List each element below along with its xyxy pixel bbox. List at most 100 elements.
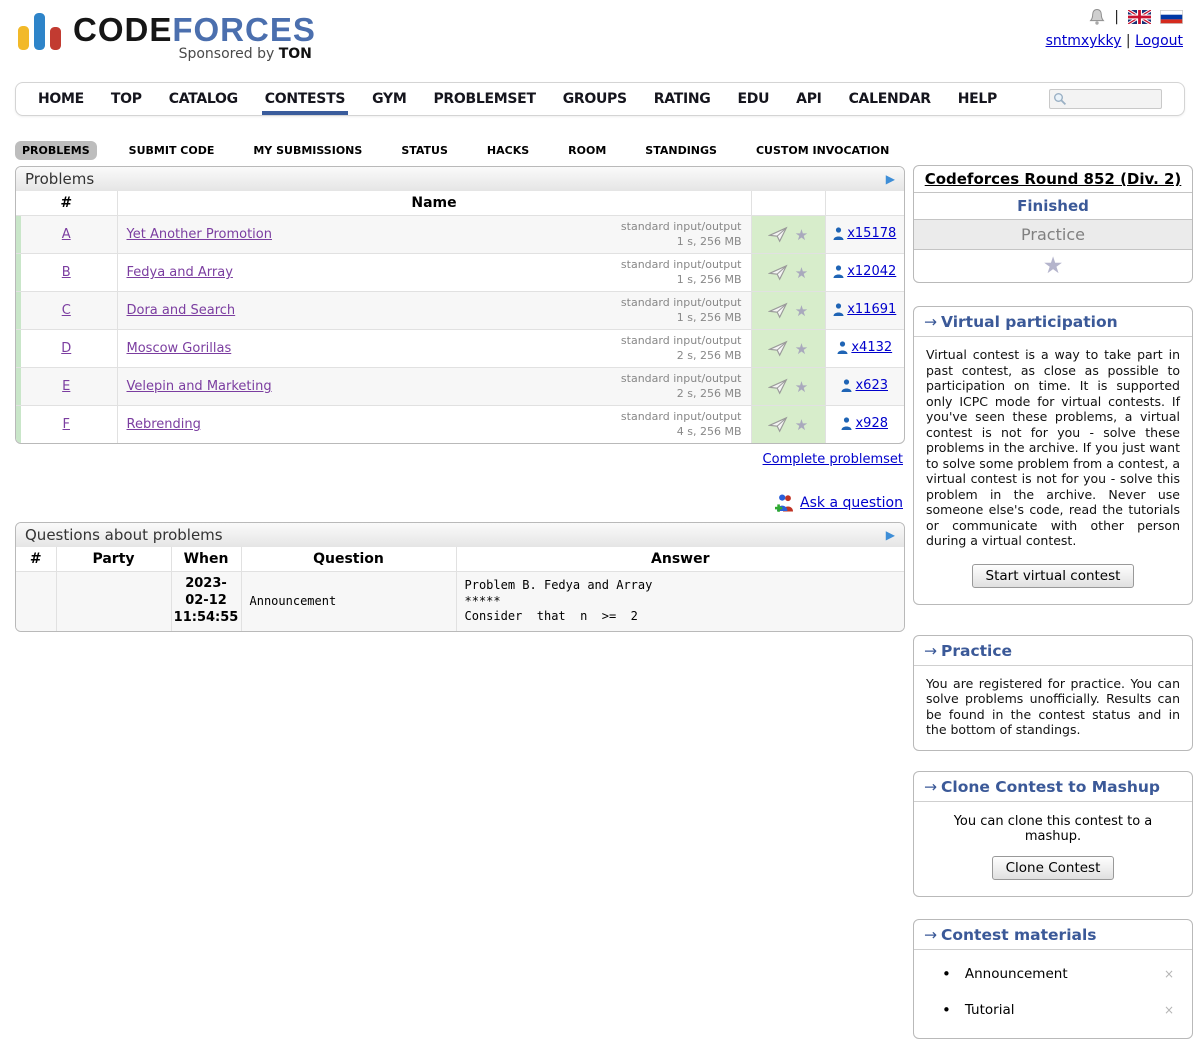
problem-letter-link[interactable]: B (62, 265, 71, 280)
nav-item-catalog[interactable]: CATALOG (169, 91, 238, 107)
separator: | (1114, 9, 1119, 25)
nav-item-rating[interactable]: RATING (654, 91, 711, 107)
logo-wordmark: CODEFORCES (73, 13, 316, 48)
problem-constraints: standard input/output1 s, 256 MB (621, 296, 742, 325)
problem-letter-link[interactable]: E (62, 379, 70, 394)
favorite-star-icon[interactable]: ★ (795, 264, 808, 282)
paper-plane-icon[interactable] (768, 302, 788, 319)
col-header-name: Name (117, 191, 751, 216)
problem-letter-link[interactable]: C (62, 303, 71, 318)
problem-letter-link[interactable]: F (63, 417, 70, 432)
arrow-icon: → (924, 778, 937, 796)
subnav-custom-invocation[interactable]: CUSTOM INVOCATION (749, 141, 896, 160)
contest-title-link[interactable]: Codeforces Round 852 (Div. 2) (925, 170, 1182, 188)
user-icon (833, 227, 844, 240)
expand-arrow-icon[interactable]: ▶ (886, 172, 895, 186)
ask-question-link[interactable]: Ask a question (800, 495, 903, 511)
problems-title: Problems (25, 170, 94, 188)
arrow-icon: → (924, 926, 937, 944)
problem-row: D Moscow Gorillas standard input/output2… (16, 330, 904, 368)
problem-name-link[interactable]: Dora and Search (127, 303, 236, 318)
contest-materials-box: →Contest materials • Announcement × • Tu… (913, 919, 1193, 1039)
favorite-star-icon[interactable]: ★ (795, 416, 808, 434)
paper-plane-icon[interactable] (768, 264, 788, 281)
solved-count-link[interactable]: x11691 (833, 302, 896, 317)
nav-item-groups[interactable]: GROUPS (563, 91, 627, 107)
subnav-submit-code[interactable]: SUBMIT CODE (122, 141, 222, 160)
problem-name-link[interactable]: Moscow Gorillas (127, 341, 232, 356)
problem-row: B Fedya and Array standard input/output1… (16, 254, 904, 292)
user-icon (841, 379, 852, 392)
favorite-contest-star-icon[interactable]: ★ (1043, 253, 1064, 279)
nav-item-help[interactable]: HELP (958, 91, 997, 107)
close-icon[interactable]: × (1160, 967, 1178, 981)
problem-name-link[interactable]: Velepin and Marketing (127, 379, 272, 394)
favorite-star-icon[interactable]: ★ (795, 226, 808, 244)
problem-letter-link[interactable]: D (61, 341, 71, 356)
practice-title[interactable]: Practice (941, 642, 1012, 660)
subnav-standings[interactable]: STANDINGS (638, 141, 724, 160)
solved-count-link[interactable]: x623 (841, 378, 888, 393)
problem-name-link[interactable]: Yet Another Promotion (127, 227, 272, 242)
bell-icon[interactable] (1089, 8, 1105, 27)
content-area: PROBLEMS SUBMIT CODE MY SUBMISSIONS STAT… (15, 116, 1193, 1039)
clone-contest-button[interactable]: Clone Contest (992, 856, 1115, 880)
favorite-star-icon[interactable]: ★ (795, 302, 808, 320)
problem-name-link[interactable]: Fedya and Array (127, 265, 233, 280)
nav-item-home[interactable]: HOME (38, 91, 84, 107)
uk-flag-icon[interactable] (1128, 10, 1151, 24)
user-icon (833, 265, 844, 278)
username-link[interactable]: sntmxykky (1046, 33, 1122, 49)
subnav-room[interactable]: ROOM (561, 141, 613, 160)
favorite-star-icon[interactable]: ★ (795, 378, 808, 396)
complete-problemset-link[interactable]: Complete problemset (763, 452, 903, 467)
nav-item-top[interactable]: TOP (111, 91, 142, 107)
expand-arrow-icon[interactable]: ▶ (886, 528, 895, 542)
problem-letter-link[interactable]: A (62, 227, 71, 242)
clone-contest-title[interactable]: Clone Contest to Mashup (941, 778, 1160, 796)
arrow-icon: → (924, 313, 937, 331)
material-announcement-link[interactable]: Announcement (965, 966, 1160, 982)
nav-item-calendar[interactable]: CALENDAR (849, 91, 931, 107)
paper-plane-icon[interactable] (768, 416, 788, 433)
page-header: CODEFORCES Sponsored by TON | (0, 0, 1193, 78)
subnav-hacks[interactable]: HACKS (480, 141, 536, 160)
contest-info-box: Codeforces Round 852 (Div. 2) Finished P… (913, 165, 1193, 283)
subnav-problems[interactable]: PROBLEMS (15, 141, 97, 160)
col-header-index: # (16, 191, 117, 216)
nav-item-edu[interactable]: EDU (738, 91, 770, 107)
header-user-area: | sntmxykky | Logout (1046, 8, 1183, 49)
nav-item-api[interactable]: API (796, 91, 821, 107)
paper-plane-icon[interactable] (768, 378, 788, 395)
paper-plane-icon[interactable] (768, 226, 788, 243)
solved-count-link[interactable]: x15178 (833, 226, 896, 241)
q-col-answer: Answer (456, 547, 904, 572)
close-icon[interactable]: × (1160, 1003, 1178, 1017)
virtual-participation-box: →Virtual participation Virtual contest i… (913, 306, 1193, 605)
start-virtual-contest-button[interactable]: Start virtual contest (972, 564, 1135, 588)
nav-item-gym[interactable]: GYM (372, 91, 406, 107)
ru-flag-icon[interactable] (1160, 10, 1183, 24)
solved-count-link[interactable]: x12042 (833, 264, 896, 279)
problem-constraints: standard input/output1 s, 256 MB (621, 220, 742, 249)
question-row: 2023-02-12 11:54:55 Announcement Problem… (16, 572, 904, 631)
search-input[interactable] (1067, 91, 1155, 107)
favorite-star-icon[interactable]: ★ (795, 340, 808, 358)
ask-question-icon (775, 494, 795, 512)
subnav-status[interactable]: STATUS (394, 141, 455, 160)
codeforces-logo[interactable]: CODEFORCES Sponsored by TON (18, 13, 316, 62)
paper-plane-icon[interactable] (768, 340, 788, 357)
solved-count-link[interactable]: x4132 (837, 340, 892, 355)
solved-count-link[interactable]: x928 (841, 416, 888, 431)
virtual-participation-text: Virtual contest is a way to take part in… (926, 347, 1180, 548)
question-text: Announcement (241, 572, 456, 631)
logout-link[interactable]: Logout (1135, 33, 1183, 49)
sidebar: Codeforces Round 852 (Div. 2) Finished P… (913, 165, 1193, 1039)
virtual-participation-title[interactable]: Virtual participation (941, 313, 1118, 331)
nav-item-problemset[interactable]: PROBLEMSET (433, 91, 535, 107)
subnav-my-submissions[interactable]: MY SUBMISSIONS (246, 141, 369, 160)
material-tutorial-link[interactable]: Tutorial (965, 1002, 1160, 1018)
nav-item-contests[interactable]: CONTESTS (265, 91, 345, 107)
problem-name-link[interactable]: Rebrending (127, 417, 201, 432)
contest-materials-title[interactable]: Contest materials (941, 926, 1097, 944)
